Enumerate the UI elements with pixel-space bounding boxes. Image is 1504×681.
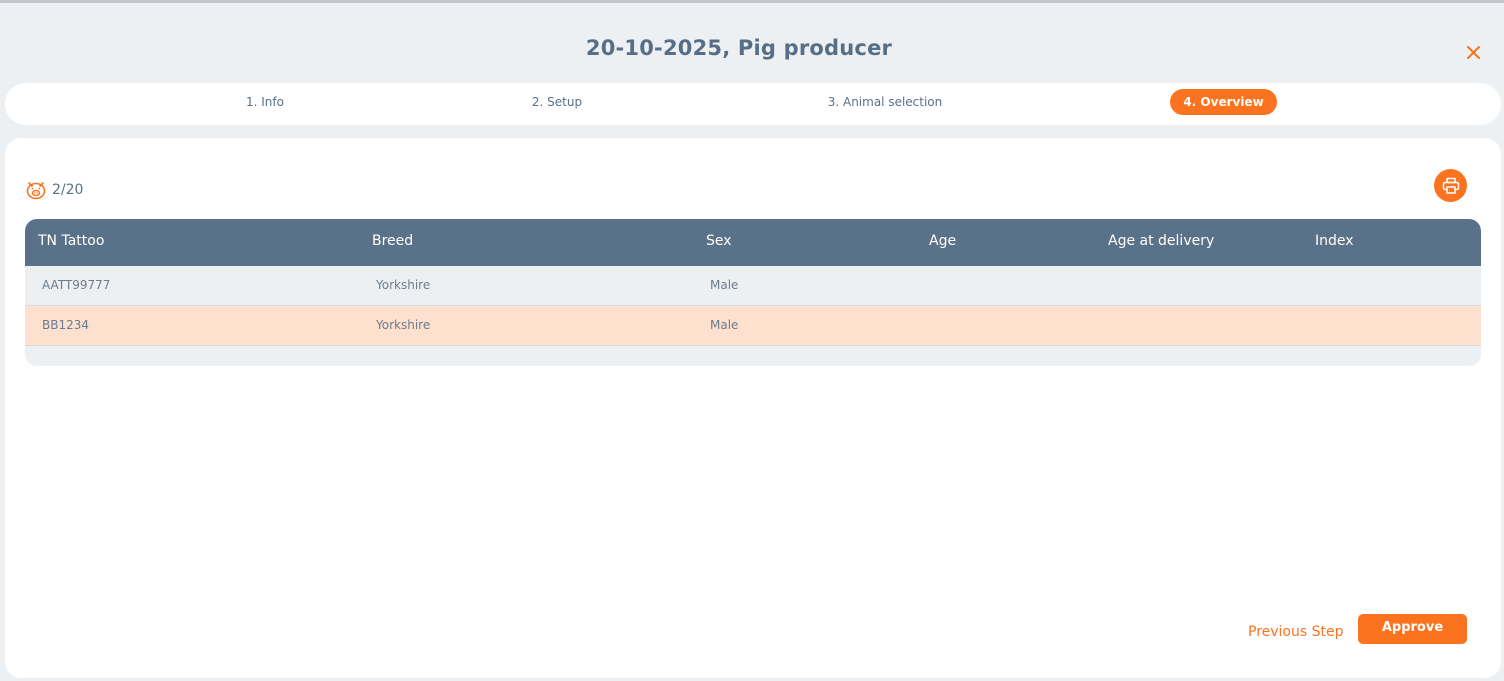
cell-breed: Yorkshire	[376, 278, 431, 292]
column-header-age-at-delivery[interactable]: Age at delivery	[1108, 219, 1214, 266]
print-button[interactable]	[1434, 169, 1467, 202]
cell-sex: Male	[710, 318, 739, 332]
cell-sex: Male	[710, 278, 739, 292]
step-animal-selection[interactable]: 3. Animal selection	[815, 89, 955, 115]
stepper: 1. Info 2. Setup 3. Animal selection 4. …	[5, 83, 1501, 125]
column-header-sex[interactable]: Sex	[706, 219, 732, 266]
column-header-index[interactable]: Index	[1315, 219, 1354, 266]
previous-step-link[interactable]: Previous Step	[1248, 624, 1344, 640]
step-info[interactable]: 1. Info	[235, 89, 295, 115]
printer-icon	[1442, 177, 1459, 194]
table-row[interactable]: BB1234 Yorkshire Male	[25, 306, 1481, 346]
close-icon	[1467, 46, 1480, 59]
step-overview[interactable]: 4. Overview	[1170, 89, 1277, 115]
step-setup[interactable]: 2. Setup	[517, 89, 597, 115]
counter-value: 2/20	[52, 182, 84, 198]
column-header-breed[interactable]: Breed	[372, 219, 413, 266]
cell-tattoo: BB1234	[42, 318, 90, 332]
close-button[interactable]	[1463, 42, 1485, 64]
table-header: TN Tattoo Breed Sex Age Age at delivery …	[25, 219, 1481, 266]
dialog-title: 20-10-2025, Pig producer	[585, 36, 893, 60]
cell-tattoo: AATT99777	[42, 278, 111, 292]
cell-breed: Yorkshire	[376, 318, 431, 332]
overview-panel: 2/20 TN Tattoo Breed Sex Age Age at deli…	[5, 138, 1501, 678]
column-header-tattoo[interactable]: TN Tattoo	[38, 219, 104, 266]
column-header-age[interactable]: Age	[929, 219, 956, 266]
animals-table: TN Tattoo Breed Sex Age Age at delivery …	[25, 219, 1481, 366]
top-border	[0, 0, 1504, 3]
pig-icon	[26, 182, 46, 200]
animal-counter: 2/20	[25, 180, 83, 200]
approve-button[interactable]: Approve	[1358, 614, 1467, 644]
table-row[interactable]: AATT99777 Yorkshire Male	[25, 266, 1481, 306]
